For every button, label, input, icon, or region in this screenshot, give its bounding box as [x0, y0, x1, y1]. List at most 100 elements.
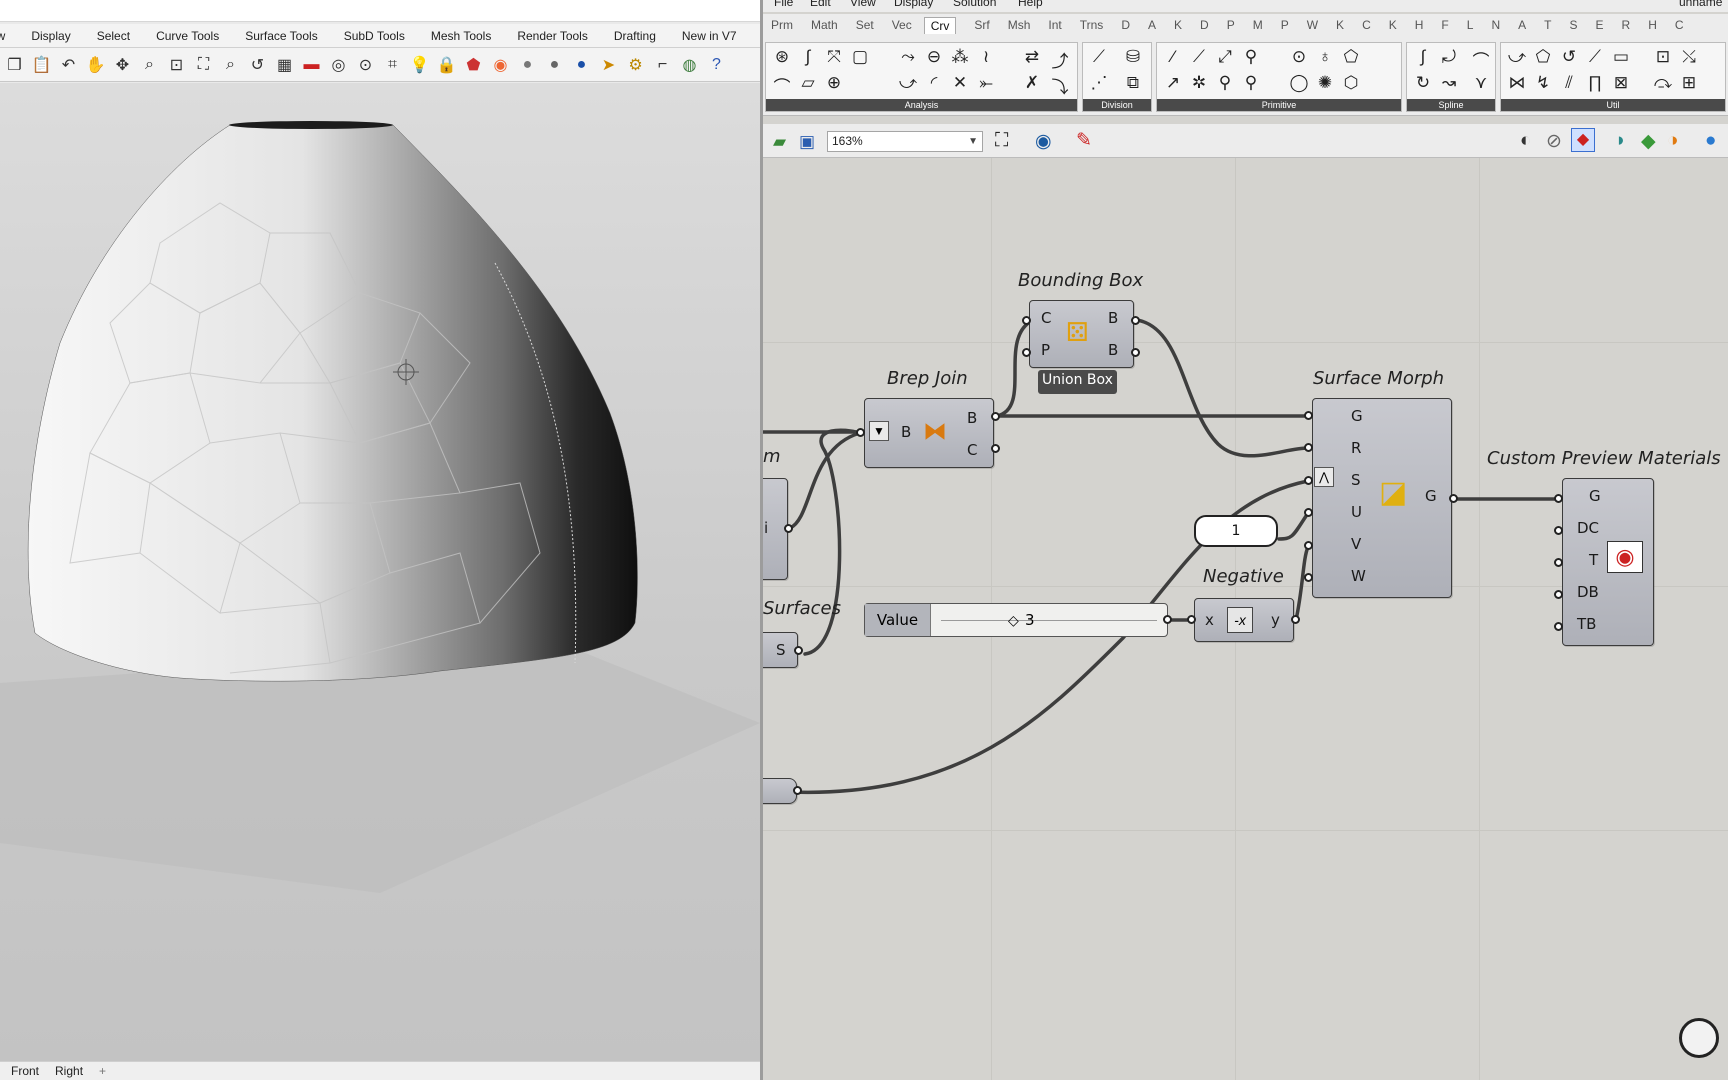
sketch-pen-icon[interactable]: ✎	[1076, 129, 1092, 152]
rhino-tab-curve-tools[interactable]: Curve Tools	[156, 29, 219, 43]
zoom-selected-icon[interactable]: ⌕	[218, 52, 243, 77]
util-icon[interactable]: ∏	[1583, 73, 1607, 93]
preview-wire-icon[interactable]: ⊘	[1546, 130, 1562, 153]
gh-tab-srf[interactable]: Srf	[974, 18, 989, 32]
gh-tab-plugin[interactable]: R	[1622, 18, 1631, 32]
bounding-box-component[interactable]: C P ⚄ B B	[1029, 300, 1134, 368]
gh-tab-prm[interactable]: Prm	[771, 18, 793, 32]
util-icon[interactable]: ↺	[1557, 47, 1581, 67]
util-icon[interactable]: ⤯	[1677, 47, 1701, 67]
rhino-tab-render-tools[interactable]: Render Tools	[517, 29, 588, 43]
save-file-icon[interactable]: ▣	[799, 132, 815, 152]
curve-analysis-icon[interactable]: ⤻	[896, 73, 920, 93]
gh-tab-set[interactable]: Set	[856, 18, 874, 32]
surface-morph-input-port[interactable]	[1304, 443, 1313, 452]
circle-icon[interactable]: ◯	[1287, 73, 1311, 93]
cplane-icon[interactable]: ⌗	[380, 52, 405, 77]
rendered-sphere-icon[interactable]: ●	[542, 52, 567, 77]
bounding-box-output-port[interactable]	[1131, 316, 1140, 325]
bounding-box-input-port[interactable]	[1022, 316, 1031, 325]
preview-eye-icon[interactable]: ◉	[1035, 130, 1052, 153]
circle-icon[interactable]: ⊙	[1287, 47, 1311, 67]
light-icon[interactable]: 💡	[407, 52, 432, 77]
gh-tab-plugin[interactable]: N	[1491, 18, 1500, 32]
util-icon[interactable]: ⋈	[1505, 73, 1529, 93]
gear-icon[interactable]: ⚙	[623, 52, 648, 77]
spline-icon[interactable]: ↻	[1411, 73, 1435, 93]
divide-curve-icon[interactable]: ⋰	[1087, 73, 1111, 93]
curve-analysis-icon[interactable]: ∫	[796, 47, 820, 67]
undo-icon[interactable]: ↶	[56, 52, 81, 77]
curve-analysis-icon[interactable]: ⊖	[922, 47, 946, 67]
preview-mode-icon[interactable]: ◐	[1520, 130, 1531, 152]
gh-tab-plugin[interactable]: A	[1518, 18, 1526, 32]
gh-tab-math[interactable]: Math	[811, 18, 838, 32]
custom-preview-input-port[interactable]	[1554, 558, 1563, 567]
surface-morph-input-port[interactable]	[1304, 411, 1313, 420]
bounding-box-input-port[interactable]	[1022, 348, 1031, 357]
curve-analysis-icon[interactable]: ≀	[974, 47, 998, 67]
rhino-tab-new-in-v7[interactable]: New in V7	[682, 29, 737, 43]
help-icon[interactable]: ?	[704, 52, 729, 77]
util-icon[interactable]: ⊞	[1677, 73, 1701, 93]
open-file-icon[interactable]: ▰	[773, 132, 786, 152]
gh-tab-crv[interactable]: Crv	[923, 16, 957, 34]
divide-curve-icon[interactable]: ⟋	[1087, 47, 1111, 67]
util-icon[interactable]: ⊠	[1609, 73, 1633, 93]
gh-menu-help[interactable]: Help	[1018, 0, 1043, 9]
util-icon[interactable]: ⫽	[1557, 73, 1581, 93]
spline-icon[interactable]: ↝	[1437, 73, 1461, 93]
spline-icon[interactable]: ⋎	[1469, 73, 1493, 93]
car-icon[interactable]: ▬	[299, 52, 324, 77]
partial-bottom-output-port[interactable]	[793, 786, 802, 795]
curve-analysis-icon[interactable]: ⊛	[770, 47, 794, 67]
brep-join-component[interactable]: ▼ B ⧓ B C	[864, 398, 994, 468]
rhino-tab-subd-tools[interactable]: SubD Tools	[344, 29, 405, 43]
gh-tab-trns[interactable]: Trns	[1080, 18, 1104, 32]
custom-preview-input-port[interactable]	[1554, 622, 1563, 631]
curve-analysis-icon[interactable]: ⁂	[948, 47, 972, 67]
bounding-box-output-port[interactable]	[1131, 348, 1140, 357]
circle-icon[interactable]: ⚲	[1213, 73, 1237, 93]
partial-left-output-port[interactable]	[784, 524, 793, 533]
custom-preview-input-port[interactable]	[1554, 590, 1563, 599]
target-icon[interactable]: ⊙	[353, 52, 378, 77]
gh-tab-plugin[interactable]: H	[1415, 18, 1424, 32]
rhino-tab-view[interactable]: ew	[0, 29, 5, 43]
gh-tab-plugin[interactable]: L	[1467, 18, 1474, 32]
curve-analysis-icon[interactable]: ◜	[922, 73, 946, 93]
util-icon[interactable]: ▭	[1609, 47, 1633, 67]
dimension-icon[interactable]: ⌐	[650, 52, 675, 77]
render-sphere-icon[interactable]: ●	[569, 52, 594, 77]
slider-grip-icon[interactable]: ◇	[1008, 612, 1019, 629]
gh-tab-plugin[interactable]: K	[1389, 18, 1397, 32]
zoom-extents-icon[interactable]: ⛶	[191, 52, 216, 77]
polygon-icon[interactable]: ⬠	[1339, 47, 1363, 67]
gh-canvas[interactable]: Brep Join ▼ B ⧓ B C Bounding Box C P ⚄ B…	[763, 158, 1728, 1080]
gh-menu-edit[interactable]: Edit	[810, 0, 831, 9]
gh-tab-plugin[interactable]: W	[1307, 18, 1318, 32]
viewport-tab-right[interactable]: Right	[55, 1064, 83, 1078]
brep-join-input-port[interactable]	[856, 428, 865, 437]
gh-tab-plugin[interactable]: T	[1544, 18, 1551, 32]
flatten-icon[interactable]: ▼	[869, 421, 889, 441]
curve-analysis-icon[interactable]: ✗	[1020, 73, 1044, 93]
surface-morph-input-port[interactable]	[1304, 508, 1313, 517]
pointer-icon[interactable]: ➤	[596, 52, 621, 77]
gh-tab-plugin[interactable]: F	[1441, 18, 1448, 32]
curve-analysis-icon[interactable]: ⇄	[1020, 47, 1044, 67]
negative-input-port[interactable]	[1187, 615, 1196, 624]
zoom-select[interactable]: 163% ▼	[827, 131, 983, 152]
four-viewports-icon[interactable]: ▦	[272, 52, 297, 77]
circle-icon[interactable]: ♁	[1313, 47, 1337, 67]
value-slider[interactable]: Value ◇ 3	[864, 603, 1168, 637]
pan-hand-icon[interactable]: ✋	[83, 52, 108, 77]
polygon-icon[interactable]: ⬡	[1339, 73, 1363, 93]
brep-join-output-port[interactable]	[991, 444, 1000, 453]
add-viewport-tab-icon[interactable]: +	[99, 1064, 106, 1078]
util-icon[interactable]: ⬠	[1531, 47, 1555, 67]
value-slider-output-port[interactable]	[1163, 615, 1172, 624]
undo-view-icon[interactable]: ↺	[245, 52, 270, 77]
util-icon[interactable]: ↯	[1531, 73, 1555, 93]
gh-menu-display[interactable]: Display	[894, 0, 933, 9]
